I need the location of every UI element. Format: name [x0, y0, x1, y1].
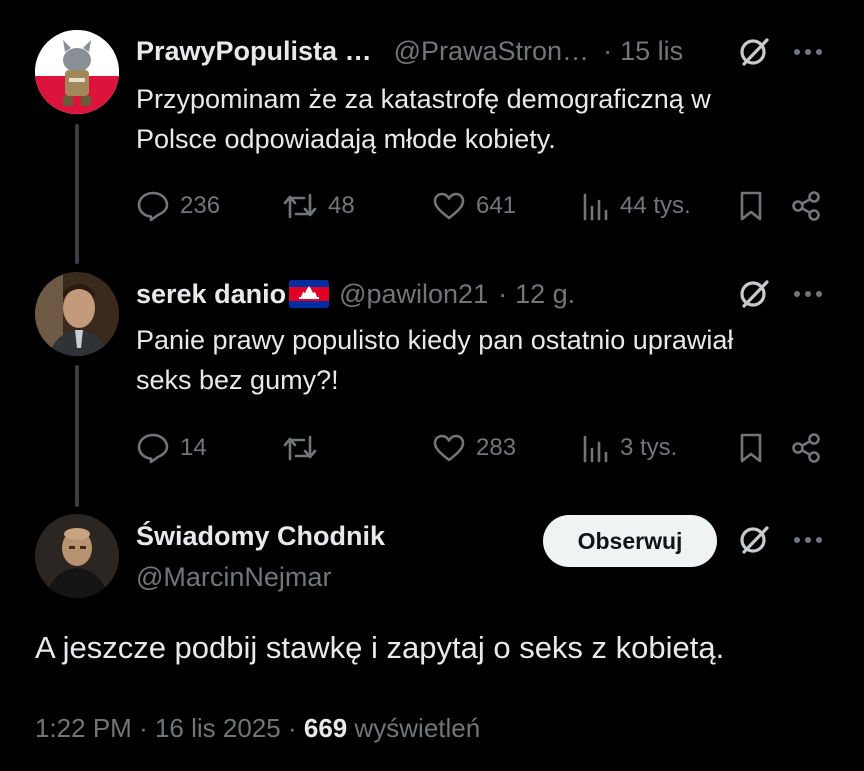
repost-icon — [283, 193, 317, 219]
more-icon[interactable] — [790, 282, 826, 306]
tweet-1-repost-count: 48 — [328, 192, 355, 219]
main-tweet-handle[interactable]: @MarcinNejmar — [136, 562, 331, 593]
grok-icon[interactable] — [736, 522, 772, 558]
tweet-2-text: Panie prawy populisto kiedy pan ostatnio… — [136, 320, 733, 400]
tweet-1-views-button[interactable]: 44 tys. — [580, 191, 738, 221]
avatar-image — [35, 514, 119, 598]
more-icon[interactable] — [790, 528, 826, 552]
tweet-2-handle[interactable]: @pawilon21 — [339, 279, 488, 310]
tweet-1-time[interactable]: 15 lis — [620, 36, 683, 67]
tweet-2-time[interactable]: 12 g. — [515, 279, 575, 310]
views-icon — [583, 193, 608, 221]
main-tweet-separator-1: · — [139, 713, 148, 743]
tweet-1-reply-count: 236 — [180, 192, 221, 219]
thread-line-2 — [75, 365, 79, 507]
tweet-2-header: serek danio @pawilon21 · 12 g. — [136, 276, 575, 312]
tweet-1-text-line-2: Polsce odpowiadają młode kobiety. — [136, 124, 556, 154]
avatar-prawypopulista[interactable] — [35, 30, 119, 114]
more-icon[interactable] — [790, 40, 826, 64]
main-tweet-display-name-row: Świadomy Chodnik — [136, 518, 385, 554]
tweet-2-like-count: 283 — [476, 434, 517, 461]
tweet-1-bookmark-button[interactable] — [738, 190, 790, 222]
tweet-2-like-button[interactable]: 283 — [432, 433, 580, 463]
tweet-2-display-name[interactable]: serek danio — [136, 279, 286, 310]
tweet-2-reply-count: 14 — [180, 434, 207, 461]
tweet-1-actions: 236 48 641 44 tys. — [136, 186, 828, 226]
share-icon — [792, 433, 820, 463]
tweet-1-separator: · — [603, 35, 613, 66]
grok-icon[interactable] — [736, 34, 772, 70]
tweet-2-views-button[interactable]: 3 tys. — [580, 433, 738, 463]
main-tweet-time[interactable]: 1:22 PM — [35, 713, 132, 743]
tweet-2-bookmark-button[interactable] — [738, 432, 790, 464]
main-tweet-text: A jeszcze podbij stawkę i zapytaj o seks… — [35, 630, 725, 665]
reply-icon — [137, 433, 169, 464]
views-icon — [583, 435, 608, 463]
reply-icon — [137, 191, 169, 222]
tweet-1-display-name[interactable]: PrawyPopulista … — [136, 36, 372, 67]
main-tweet-handle-row: @MarcinNejmar — [136, 559, 331, 595]
share-icon — [792, 191, 820, 221]
avatar-swiadomy-chodnik[interactable] — [35, 514, 119, 598]
tweet-2-actions: 14 283 3 tys. — [136, 428, 828, 468]
avatar-image — [35, 30, 119, 114]
cambodia-flag-icon — [289, 280, 330, 308]
avatar-image — [35, 272, 119, 356]
tweet-1-repost-button[interactable]: 48 — [282, 191, 432, 221]
like-icon — [433, 434, 465, 462]
avatar-serek-danio[interactable] — [35, 272, 119, 356]
tweet-2-text-line-2: seks bez gumy?! — [136, 365, 339, 395]
follow-button[interactable]: Obserwuj — [543, 515, 717, 567]
tweet-1-text-line-1: Przypominam że za katastrofę demograficz… — [136, 84, 711, 114]
bookmark-icon — [740, 191, 762, 221]
tweet-2-views-count: 3 tys. — [620, 434, 678, 461]
tweet-1-text: Przypominam że za katastrofę demograficz… — [136, 79, 711, 159]
tweet-1-like-button[interactable]: 641 — [432, 191, 580, 221]
tweet-1-like-count: 641 — [476, 192, 517, 219]
tweet-2-separator: · — [498, 278, 508, 309]
main-tweet-views-label: wyświetleń — [354, 713, 481, 743]
main-tweet-views-count: 669 — [303, 713, 348, 743]
like-icon — [433, 192, 465, 220]
main-tweet-date[interactable]: 16 lis 2025 — [155, 713, 281, 743]
tweet-1-handle[interactable]: @PrawaStron… — [394, 36, 589, 67]
main-tweet-display-name[interactable]: Świadomy Chodnik — [136, 521, 385, 552]
repost-icon — [283, 435, 317, 461]
tweet-2-share-button[interactable] — [790, 432, 826, 464]
thread-line-1 — [75, 124, 79, 264]
tweet-1-views-count: 44 tys. — [620, 192, 691, 219]
tweet-1-reply-button[interactable]: 236 — [136, 190, 282, 222]
grok-icon[interactable] — [736, 276, 772, 312]
tweet-2-repost-button[interactable] — [282, 433, 432, 463]
bookmark-icon — [740, 433, 762, 463]
tweet-2-reply-button[interactable]: 14 — [136, 432, 282, 464]
tweet-1-share-button[interactable] — [790, 190, 826, 222]
tweet-2-text-line-1: Panie prawy populisto kiedy pan ostatnio… — [136, 325, 734, 355]
main-tweet-separator-2: · — [287, 713, 297, 743]
tweet-1-header: PrawyPopulista … @PrawaStron… · 15 lis — [136, 33, 683, 69]
main-tweet-meta: 1:22 PM · 16 lis 2025 · 669 wyświetleń — [35, 713, 480, 744]
